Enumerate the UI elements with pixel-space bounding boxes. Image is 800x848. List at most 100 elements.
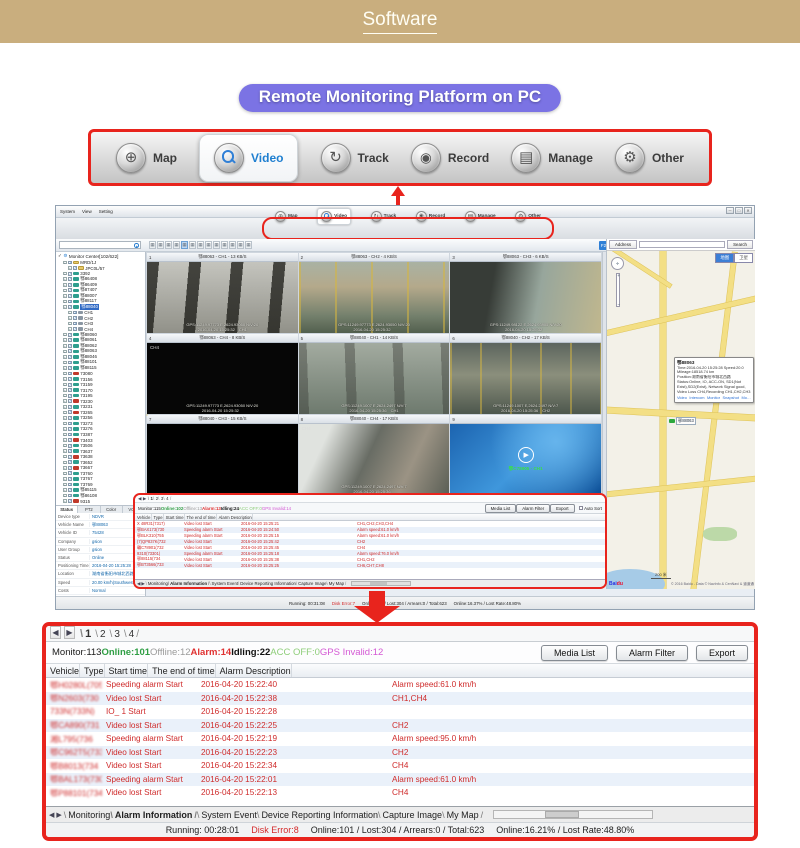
expand-icon[interactable]: + [63, 294, 67, 298]
map-zoom-slider[interactable] [616, 273, 620, 307]
video-frame[interactable]: GPS:11249.97773 E,2624.93050 N/V:20 2016… [147, 262, 298, 333]
layer-map-button[interactable]: 地图 [715, 253, 735, 263]
checkbox-icon[interactable]: ✓ [68, 282, 72, 287]
detail-column-header[interactable]: The end of time [148, 664, 216, 677]
video-cell[interactable]: 1 鄂88063 - CH1 - 13 KB/S GPS:11249.97773… [147, 253, 298, 333]
checkbox-icon[interactable]: ✓ [68, 393, 72, 398]
sidebar-tab[interactable]: PT2 [78, 506, 101, 513]
alarm-column-header[interactable]: Alarm Description [217, 514, 253, 520]
page-tab[interactable]: 2 [93, 629, 107, 640]
detail-column-header[interactable]: Start time [105, 664, 149, 677]
tree-root[interactable]: ✓ ⚙ Monitor Center[102/622] [58, 253, 145, 259]
view-layout-icon[interactable] [213, 241, 220, 249]
bottom-tab[interactable]: Alarm Information [168, 581, 209, 586]
checkbox-icon[interactable]: ✓ [68, 349, 72, 354]
mini-toolbar-button[interactable]: Manage [464, 211, 496, 222]
video-frame[interactable]: GPS:11249.98122 E,2624.93905 N/V:20 2016… [450, 262, 601, 333]
address-input[interactable] [639, 241, 726, 248]
feature-button[interactable]: Other [614, 142, 684, 173]
bottom-tab[interactable]: Device Reporting Information [257, 810, 378, 820]
feature-button[interactable]: Manage [511, 142, 593, 173]
video-cell[interactable]: 8 鄂88040 - CH4 - 17 KB/S CH4 GPS:11249.1… [298, 415, 450, 495]
checkbox-icon[interactable]: ✓ [68, 493, 72, 498]
view-layout-icon[interactable] [149, 241, 156, 249]
checkbox-icon[interactable]: ✓ [73, 316, 77, 320]
video-cell[interactable]: 4 鄂88063 - CH4 - 8 KB/S CH4 GPS:11249.97… [147, 334, 298, 414]
alarm-row[interactable]: 鄂BLK310(755 Speeding alarm Start 2016-04-2… [135, 533, 605, 539]
view-layout-icon[interactable] [181, 241, 188, 249]
expand-icon[interactable]: + [63, 466, 67, 470]
checkbox-icon[interactable]: ✓ [68, 427, 72, 431]
expand-icon[interactable]: + [63, 377, 67, 381]
video-frame[interactable]: CH4 GPS:11249.1007 E,2624.2497 N/V:7 201… [298, 424, 450, 495]
scrollbar-thumb[interactable] [369, 582, 387, 585]
page-tab[interactable]: 1 [78, 628, 93, 640]
popup-link[interactable]: Video [677, 395, 687, 400]
horizontal-scrollbar[interactable] [493, 810, 654, 819]
expand-icon[interactable]: + [63, 460, 67, 464]
expand-icon[interactable]: + [63, 438, 67, 442]
window-control-button[interactable]: □ [735, 207, 743, 214]
detail-action-button[interactable]: Media List [540, 644, 608, 661]
page-tab[interactable]: 4 [163, 496, 171, 501]
video-cell[interactable]: 2 鄂88063 - CH2 - 4 KB/S GPS:11249.97773 … [298, 253, 450, 333]
tabs-prev-icon[interactable]: ◀ [137, 581, 140, 587]
expand-icon[interactable]: + [68, 327, 72, 331]
layer-satellite-button[interactable]: 卫星 [734, 253, 753, 263]
bottom-tab[interactable]: Alarm Information [110, 810, 197, 820]
expand-icon[interactable]: + [63, 410, 67, 415]
alarm-row[interactable]: 鄂N2603(730 Video lost Start 2016-04-20 1… [46, 691, 754, 705]
expand-icon[interactable]: + [63, 288, 67, 293]
menu-item[interactable]: System [60, 209, 75, 214]
bottom-tab[interactable]: Monitoring [146, 581, 168, 586]
alarm-row[interactable]: 鄂BAL173(730 Speeding alarm Start 2016-04… [46, 772, 754, 786]
alarm-row[interactable]: 鄂CA890(731 Video lost Start 2016-04-20 1… [46, 718, 754, 732]
checkbox-icon[interactable]: ✓ [68, 465, 72, 470]
alarm-action-button[interactable]: Alarm Filter [516, 503, 551, 513]
expand-icon[interactable]: + [63, 388, 67, 392]
bottom-tab[interactable]: System Event [197, 810, 257, 820]
sidebar-tab[interactable]: Status [56, 506, 79, 513]
alarm-column-header[interactable]: Start time [164, 514, 185, 520]
alarm-row[interactable]: 鄂H0280L(705 Speeding alarm Start 2016-04… [46, 678, 754, 692]
checkbox-icon[interactable]: ✓ [68, 471, 72, 476]
checkbox-icon[interactable]: ✓ [68, 443, 72, 448]
menu-item[interactable]: Setting [99, 209, 113, 214]
expand-icon[interactable]: + [68, 321, 72, 326]
expand-icon[interactable]: + [63, 338, 67, 342]
popup-link[interactable]: Monitor [707, 395, 720, 400]
expand-icon[interactable]: + [63, 488, 67, 492]
checkbox-icon[interactable]: ✓ [68, 388, 72, 393]
popup-link[interactable]: Mo… [741, 395, 750, 400]
checkbox-icon[interactable]: ✓ [68, 354, 72, 359]
page-next-icon[interactable]: ▶ [64, 626, 75, 639]
horizontal-scrollbar[interactable] [351, 581, 412, 586]
checkbox-icon[interactable]: ✓ [68, 332, 72, 337]
expand-icon[interactable]: + [63, 332, 67, 337]
checkbox-icon[interactable]: ✓ [68, 499, 72, 503]
view-layout-icon[interactable] [221, 241, 228, 249]
feature-button[interactable]: Video [199, 133, 299, 182]
expand-icon[interactable]: + [63, 277, 67, 281]
checkbox-icon[interactable]: ✓ [68, 371, 72, 376]
feature-button[interactable]: Record [410, 142, 489, 173]
checkbox-icon[interactable]: ✓ [68, 415, 72, 420]
mini-toolbar-button[interactable]: Track [370, 211, 396, 222]
video-cell[interactable]: 3 鄂88063 - CH3 - 6 KB/S GPS:11249.98122 … [450, 253, 601, 333]
feature-button[interactable]: Map [116, 142, 177, 173]
detail-action-button[interactable]: Alarm Filter [615, 644, 688, 661]
bottom-tab[interactable]: Monitoring [64, 810, 111, 820]
checkbox-icon[interactable]: ✓ [68, 260, 72, 265]
alarm-row[interactable]: 9310(73301) Speeding alarm Start 2016-04-2… [135, 550, 605, 557]
alarm-action-button[interactable]: Export [550, 503, 575, 513]
expand-icon[interactable]: + [63, 399, 67, 403]
checkbox-icon[interactable]: ✓ [68, 399, 72, 404]
view-layout-icon[interactable] [173, 241, 180, 249]
checkbox-icon[interactable]: ✓ [68, 477, 72, 481]
video-frame[interactable]: GPS:11249.1007 E,2624.2497 N/V:7 2016-04… [298, 343, 450, 414]
checkbox-icon[interactable]: ✓ [68, 343, 72, 348]
alarm-row[interactable]: 贛C78901(732 Video lost Start 2016-04-20 15… [135, 545, 605, 551]
view-layout-icon[interactable] [165, 241, 172, 249]
expand-icon[interactable]: + [63, 421, 67, 426]
alarm-row[interactable]: 鄂P88101(734 Video lost Start 2016-04-20 … [46, 786, 754, 800]
